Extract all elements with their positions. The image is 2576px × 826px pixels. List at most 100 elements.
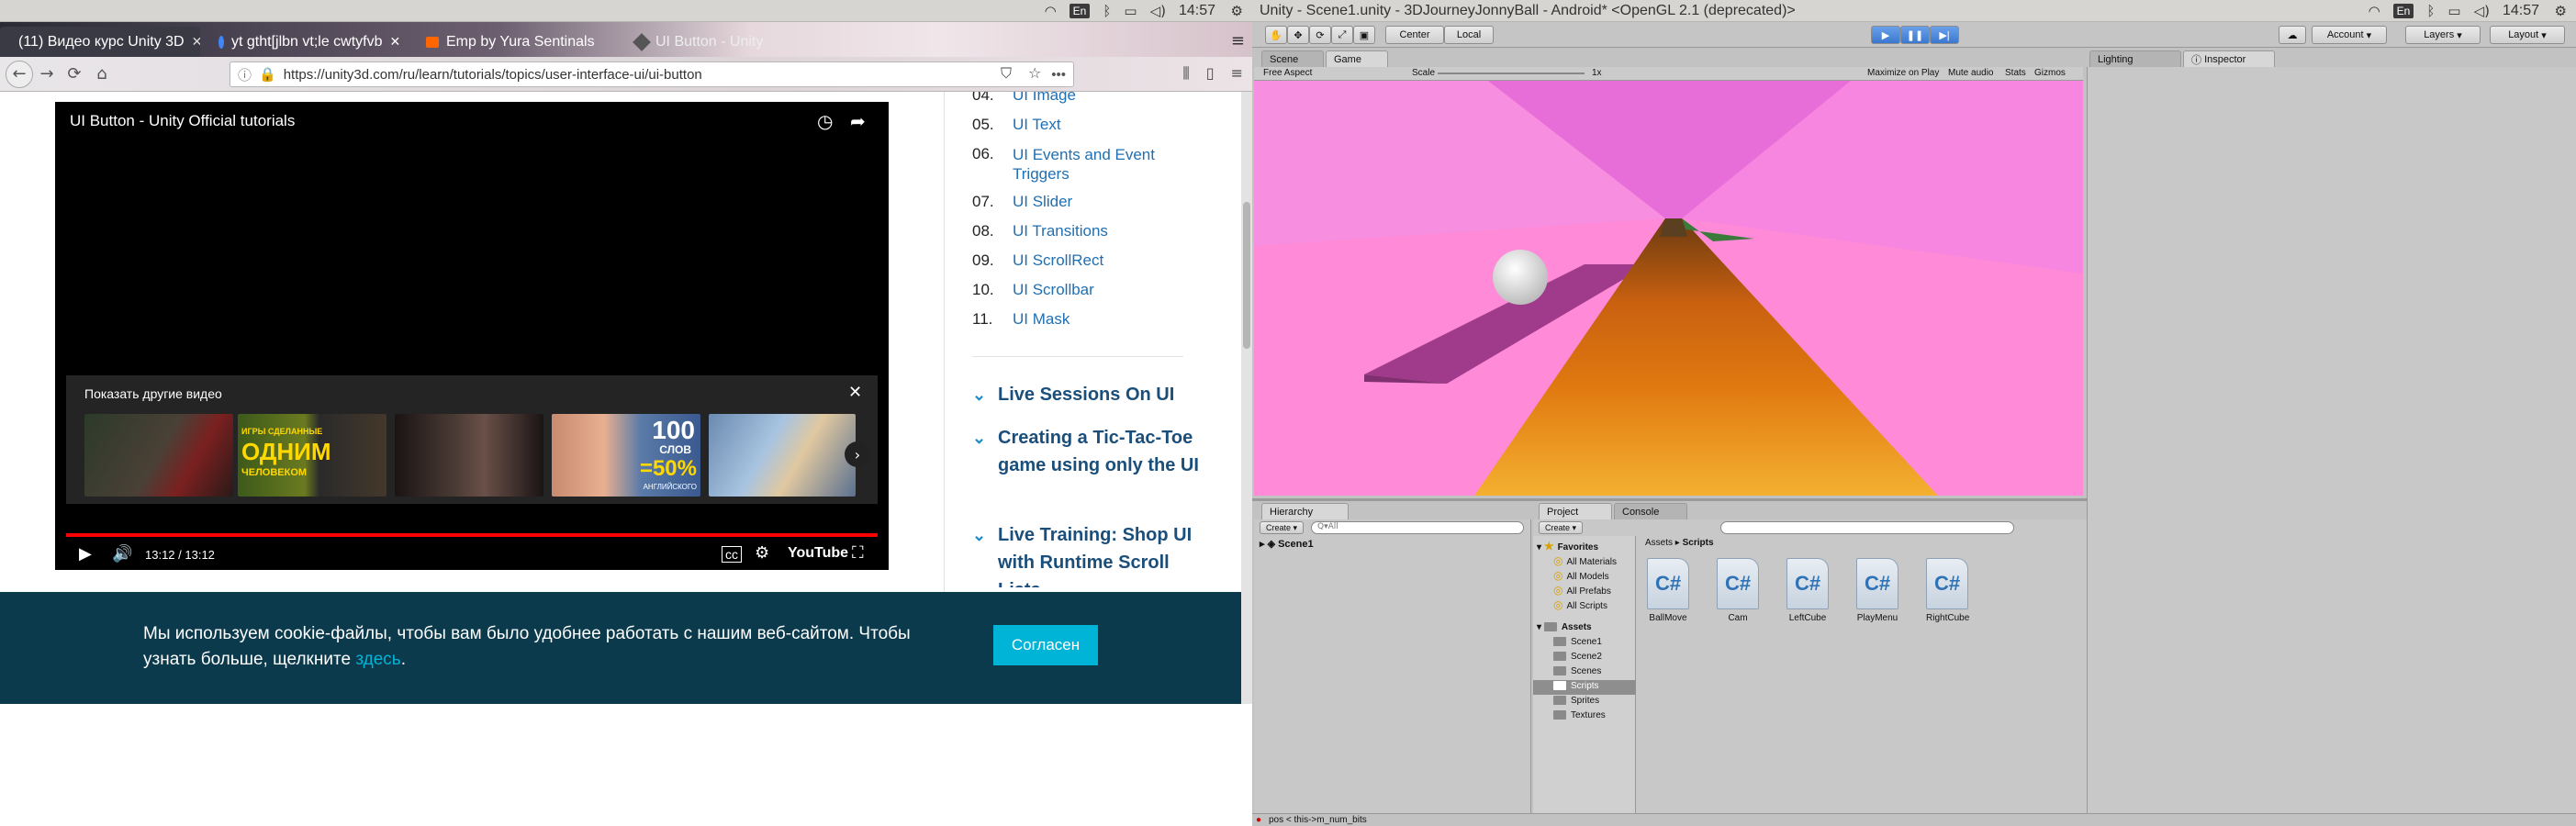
cloud-icon[interactable]: ☁ xyxy=(2279,26,2306,44)
video-thumbnail[interactable]: ИГРЫ СДЕЛАННЫЕ ОДНИМ ЧЕЛОВЕКОМ xyxy=(238,414,386,497)
tab-game[interactable]: Game xyxy=(1326,50,1388,67)
tab-project[interactable]: Project xyxy=(1539,503,1612,519)
settings-gear-icon[interactable]: ⚙ xyxy=(1231,3,1243,19)
bluetooth-icon[interactable]: ᛒ xyxy=(1103,3,1111,19)
tab-unity-course[interactable]: (11) Видео курс Unity 3D ✕ xyxy=(0,27,200,57)
toc-item[interactable]: 04. UI Image xyxy=(972,92,1076,105)
tab-lighting[interactable]: Lighting xyxy=(2089,50,2181,67)
video-thumbnail[interactable] xyxy=(84,414,233,497)
pivot-center-toggle[interactable]: Center xyxy=(1385,26,1444,44)
toc-item[interactable]: 06. UI Events and Event Triggers xyxy=(972,145,1183,184)
hierarchy-search[interactable]: Q▾All xyxy=(1311,521,1524,534)
wifi-icon[interactable]: ◠ xyxy=(1045,3,1057,19)
tab-menu-icon[interactable]: ≡ xyxy=(1231,31,1245,50)
accept-cookies-button[interactable]: Согласен xyxy=(993,625,1098,665)
wifi-icon[interactable]: ◠ xyxy=(2369,3,2380,19)
url-bar[interactable]: ⓘ 🔒 https://unity3d.com/ru/learn/tutoria… xyxy=(230,61,1074,87)
tab-inspector[interactable]: ⓘ Inspector xyxy=(2183,50,2275,67)
csharp-script-icon[interactable]: C# xyxy=(1786,558,1829,609)
rotate-tool-icon[interactable]: ⟳ xyxy=(1309,26,1331,44)
move-tool-icon[interactable]: ✥ xyxy=(1287,26,1309,44)
close-tab-icon[interactable]: ✕ xyxy=(390,34,401,50)
tab-scene[interactable]: Scene xyxy=(1261,50,1324,67)
scale-slider[interactable] xyxy=(1438,73,1585,74)
menu-icon[interactable]: ≡ xyxy=(1231,64,1243,83)
asset-folder[interactable]: Sprites xyxy=(1553,696,1599,706)
stats-toggle[interactable]: Stats xyxy=(2005,68,2026,78)
pocket-icon[interactable]: ⛉ xyxy=(1001,64,1012,83)
back-button[interactable]: ← xyxy=(6,60,33,88)
youtube-logo[interactable]: YouTube xyxy=(788,545,848,562)
bluetooth-icon[interactable]: ᛒ xyxy=(2426,3,2435,19)
breadcrumb-item[interactable]: Assets xyxy=(1645,538,1673,548)
csharp-script-icon[interactable]: C# xyxy=(1647,558,1689,609)
aspect-dropdown[interactable]: Free Aspect xyxy=(1263,68,1312,78)
pivot-local-toggle[interactable]: Local xyxy=(1444,26,1494,44)
game-viewport[interactable] xyxy=(1254,81,2083,496)
watch-later-icon[interactable]: ◷ xyxy=(817,110,833,133)
bookmark-star-icon[interactable]: ☆ xyxy=(1028,64,1041,83)
maximize-on-play-toggle[interactable]: Maximize on Play xyxy=(1867,68,1939,78)
favorite-item[interactable]: ◎ All Models xyxy=(1553,569,1609,582)
close-tab-icon[interactable]: ✕ xyxy=(192,34,200,50)
breadcrumb-item[interactable]: Scripts xyxy=(1683,538,1714,548)
toc-item[interactable]: 11. UI Mask xyxy=(972,310,1070,329)
gizmos-dropdown[interactable]: Gizmos xyxy=(2034,68,2066,78)
toc-item[interactable]: 08. UI Transitions xyxy=(972,222,1108,240)
video-title[interactable]: UI Button - Unity Official tutorials xyxy=(70,112,295,130)
favorite-item[interactable]: ◎ All Prefabs xyxy=(1553,584,1611,597)
favorite-item[interactable]: ◎ All Materials xyxy=(1553,554,1617,567)
video-thumbnail[interactable] xyxy=(709,414,856,497)
cookie-link[interactable]: здесь xyxy=(355,650,400,669)
favorite-item[interactable]: ◎ All Scripts xyxy=(1553,598,1607,611)
clock[interactable]: 14:57 xyxy=(2503,3,2539,19)
tab-google-search[interactable]: yt gtht[jlbn vt;le cwtyfvb ✕ xyxy=(207,27,408,57)
captions-icon[interactable]: cc xyxy=(722,546,742,563)
asset-folder[interactable]: Textures xyxy=(1553,710,1606,720)
rect-tool-icon[interactable]: ▣ xyxy=(1353,26,1375,44)
scene-row[interactable]: ▸ ◈ Scene1 xyxy=(1260,538,1314,550)
settings-gear-icon[interactable]: ⚙ xyxy=(2555,3,2567,19)
page-actions-icon[interactable]: ••• xyxy=(1051,67,1066,83)
tab-hierarchy[interactable]: Hierarchy xyxy=(1261,503,1349,519)
fullscreen-icon[interactable]: ⛶ xyxy=(852,543,864,563)
sidebar-icon[interactable]: ▯ xyxy=(1206,64,1215,83)
section-tic-tac-toe[interactable]: ⌄ Creating a Tic-Tac-Toe game using only … xyxy=(972,424,1202,479)
clock[interactable]: 14:57 xyxy=(1179,3,1215,19)
scale-tool-icon[interactable]: ⤢ xyxy=(1331,26,1353,44)
pause-button[interactable]: ❚❚ xyxy=(1900,26,1930,44)
tab-emp[interactable]: Emp by Yura Sentinals xyxy=(415,27,615,57)
battery-icon[interactable]: ▭ xyxy=(2447,3,2460,19)
toc-item[interactable]: 09. UI ScrollRect xyxy=(972,251,1103,270)
info-icon[interactable]: ⓘ xyxy=(238,65,252,84)
forward-button[interactable]: → xyxy=(33,61,61,88)
step-button[interactable]: ▶| xyxy=(1930,26,1959,44)
mute-audio-toggle[interactable]: Mute audio xyxy=(1948,68,1993,78)
csharp-script-icon[interactable]: C# xyxy=(1856,558,1898,609)
volume-icon[interactable]: ◁) xyxy=(2474,3,2490,19)
video-progress-bar[interactable] xyxy=(66,533,878,537)
video-thumbnail[interactable] xyxy=(395,414,543,497)
language-indicator[interactable]: En xyxy=(2392,3,2414,18)
toc-item[interactable]: 07. UI Slider xyxy=(972,193,1072,211)
play-icon[interactable]: ▶ xyxy=(79,544,92,564)
volume-icon[interactable]: 🔊 xyxy=(112,544,132,564)
project-search[interactable] xyxy=(1720,521,2014,534)
close-icon[interactable]: ✕ xyxy=(848,383,862,402)
settings-icon[interactable]: ⚙ xyxy=(755,543,769,563)
battery-icon[interactable]: ▭ xyxy=(1124,3,1137,19)
asset-folder[interactable]: Scene1 xyxy=(1553,637,1602,647)
toc-item[interactable]: 05. UI Text xyxy=(972,116,1061,134)
create-dropdown[interactable]: Create ▾ xyxy=(1539,521,1583,534)
assets-header[interactable]: ▾ Assets xyxy=(1537,622,1592,632)
asset-folder[interactable]: Scene2 xyxy=(1553,652,1602,662)
asset-folder[interactable]: Scenes xyxy=(1553,666,1601,676)
csharp-script-icon[interactable]: C# xyxy=(1717,558,1759,609)
share-icon[interactable]: ➦ xyxy=(850,110,866,133)
home-button[interactable]: ⌂ xyxy=(88,61,116,88)
library-icon[interactable]: ⫼ xyxy=(1182,64,1189,83)
tab-ui-button[interactable]: UI Button - Unity xyxy=(624,27,824,57)
toc-item[interactable]: 10. UI Scrollbar xyxy=(972,281,1094,299)
page-scrollbar[interactable] xyxy=(1241,92,1252,704)
section-live-sessions[interactable]: ⌄ Live Sessions On UI xyxy=(972,381,1202,408)
